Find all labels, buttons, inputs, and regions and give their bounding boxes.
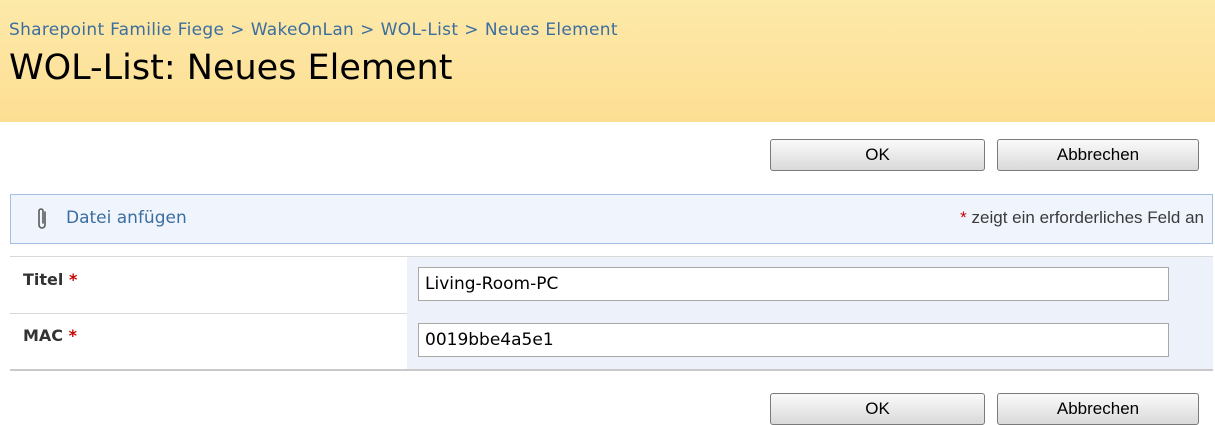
required-note-text: zeigt ein erforderliches Feld an [971,208,1204,227]
breadcrumb-separator: > [464,20,479,40]
cancel-button-top[interactable]: Abbrechen [997,139,1199,171]
title-field-label: Titel * [23,270,77,289]
page-title: WOL-List: Neues Element [9,48,453,88]
page-header: Sharepoint Familie Fiege > WakeOnLan > WOL-L… [0,0,1215,122]
ok-button-top[interactable]: OK [770,139,985,171]
breadcrumb-item-wakeonlan[interactable]: WakeOnLan [251,20,354,40]
breadcrumb-separator: > [230,20,245,40]
breadcrumb-item-current: Neues Element [484,20,618,40]
mac-label-text: MAC [23,326,64,345]
required-field-note: * zeigt ein erforderliches Feld an [960,208,1204,228]
form-toolbar: Datei anfügen * zeigt ein erforderliches… [10,194,1213,244]
breadcrumb: Sharepoint Familie Fiege > WakeOnLan > WOL-L… [9,20,618,40]
divider [10,369,1213,371]
divider [10,256,1213,257]
required-star: * [68,270,78,289]
ok-button-bottom[interactable]: OK [770,393,985,425]
required-star: * [960,208,967,227]
cancel-button-bottom[interactable]: Abbrechen [997,393,1199,425]
mac-field-label: MAC * [23,326,77,345]
required-star: * [68,326,77,345]
title-label-text: Titel [23,270,64,289]
mac-input[interactable] [418,323,1169,357]
breadcrumb-item-site[interactable]: Sharepoint Familie Fiege [9,20,224,40]
paperclip-icon[interactable] [35,207,49,231]
divider [10,313,407,314]
breadcrumb-item-wol-list[interactable]: WOL-List [381,20,459,40]
title-input[interactable] [418,267,1169,301]
breadcrumb-separator: > [360,20,375,40]
attach-file-link[interactable]: Datei anfügen [66,208,187,228]
